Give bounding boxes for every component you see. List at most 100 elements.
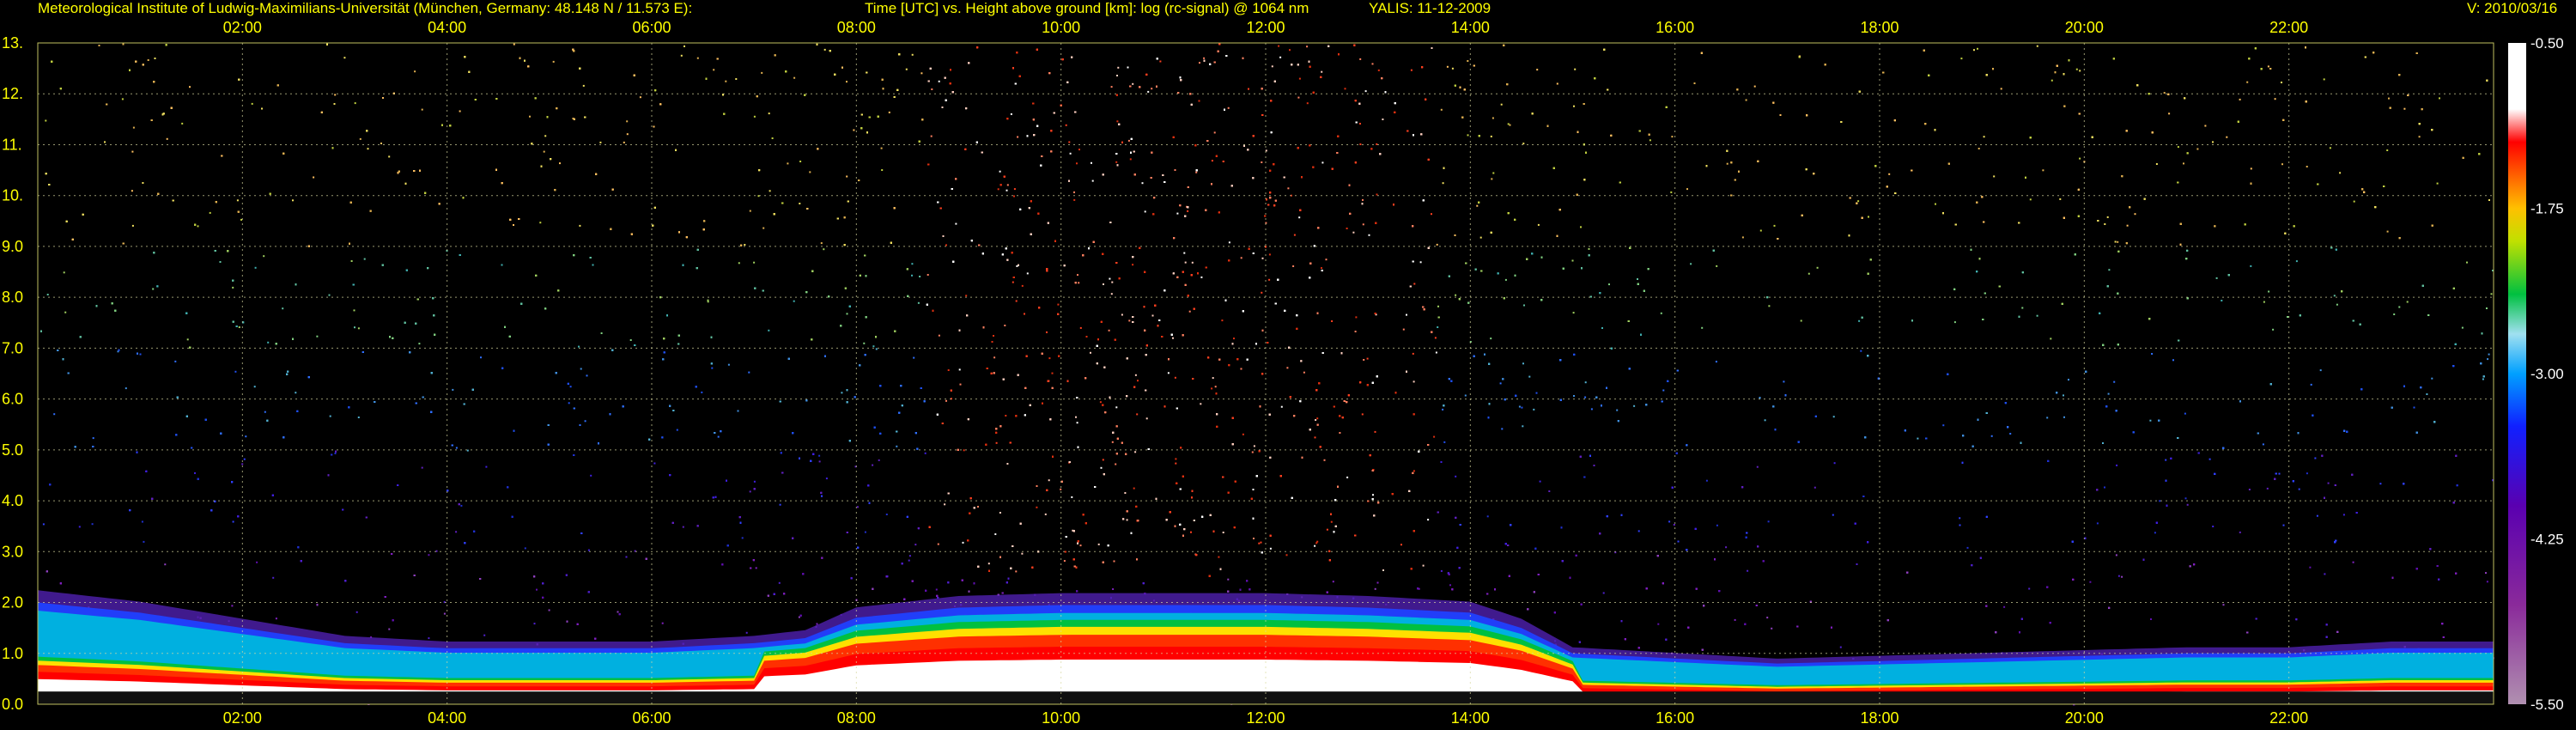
signal-dot — [947, 369, 950, 371]
signal-dot — [2113, 380, 2116, 383]
signal-dot — [2282, 524, 2285, 526]
signal-dot — [2426, 393, 2428, 395]
signal-dot — [1833, 462, 1836, 465]
signal-dot — [1121, 313, 1123, 316]
signal-dot — [1492, 172, 1495, 174]
signal-dot — [2488, 353, 2490, 356]
signal-dot — [1269, 547, 1272, 550]
signal-dot — [480, 356, 482, 359]
signal-dot — [1136, 413, 1139, 416]
signal-dot — [872, 464, 874, 466]
signal-dot — [959, 383, 962, 386]
signal-dot — [1433, 435, 1436, 438]
signal-dot — [1026, 272, 1029, 275]
signal-dot — [1110, 293, 1113, 295]
signal-dot — [1539, 480, 1541, 483]
signal-dot — [329, 415, 331, 417]
signal-dot — [1330, 520, 1333, 523]
signal-dot — [2063, 416, 2065, 418]
signal-dot — [2316, 514, 2318, 517]
signal-dot — [1657, 623, 1660, 625]
signal-dot — [1352, 231, 1355, 234]
signal-dot — [164, 563, 167, 566]
signal-dot — [1068, 141, 1071, 143]
signal-dot — [1464, 394, 1467, 397]
signal-dot — [2134, 213, 2136, 216]
signal-dot — [1435, 351, 1437, 354]
signal-dot — [579, 224, 581, 227]
signal-dot — [421, 108, 423, 111]
signal-dot — [334, 94, 337, 96]
signal-dot — [1442, 408, 1444, 411]
signal-dot — [1321, 70, 1323, 73]
signal-dot — [846, 81, 848, 83]
signal-dot — [2306, 166, 2308, 167]
signal-dot — [1076, 162, 1078, 165]
signal-dot — [1151, 314, 1154, 317]
signal-dot — [1015, 300, 1018, 302]
signal-dot — [590, 474, 592, 477]
signal-dot — [559, 162, 561, 165]
signal-dot — [1382, 119, 1384, 120]
signal-dot — [653, 125, 655, 128]
signal-dot — [823, 48, 826, 51]
signal-dot — [1271, 65, 1273, 68]
signal-dot — [965, 295, 968, 297]
signal-dot — [2418, 136, 2421, 138]
signal-dot — [569, 386, 572, 388]
signal-dot — [888, 111, 890, 113]
signal-dot — [2079, 70, 2081, 72]
signal-dot — [1346, 228, 1348, 229]
signal-dot — [2075, 68, 2078, 70]
signal-dot — [485, 465, 488, 468]
signal-dot — [875, 348, 878, 350]
signal-dot — [2126, 224, 2129, 227]
signal-dot — [1292, 265, 1295, 267]
signal-dot — [1601, 327, 1603, 329]
signal-dot — [2482, 378, 2484, 380]
signal-dot — [1010, 113, 1012, 115]
signal-dot — [1242, 433, 1244, 435]
signal-dot — [1857, 200, 1860, 203]
signal-dot — [1013, 188, 1016, 191]
signal-dot — [1134, 374, 1137, 376]
signal-dot — [1005, 189, 1008, 192]
signal-dot — [1716, 265, 1718, 267]
signal-dot — [1942, 424, 1945, 427]
signal-dot — [2339, 172, 2342, 174]
signal-dot — [2239, 531, 2241, 533]
signal-dot — [1734, 618, 1736, 621]
signal-dot — [1021, 284, 1024, 287]
signal-dot — [1377, 69, 1380, 71]
signal-dot — [793, 300, 795, 302]
signal-dot — [999, 170, 1001, 173]
signal-dot — [945, 244, 947, 246]
signal-dot — [1261, 257, 1264, 259]
signal-dot — [1973, 49, 1975, 52]
signal-dot — [1044, 513, 1047, 515]
signal-dot — [1573, 105, 1575, 107]
signal-dot — [253, 386, 256, 388]
signal-dot — [1437, 305, 1439, 307]
signal-dot — [1289, 49, 1291, 52]
signal-dot — [466, 449, 469, 452]
signal-dot — [2406, 301, 2409, 303]
signal-dot — [1492, 117, 1494, 119]
signal-dot — [818, 454, 821, 457]
signal-dot — [2029, 198, 2032, 201]
signal-dot — [1046, 331, 1048, 333]
signal-dot — [1580, 226, 1582, 228]
signal-dot — [2184, 497, 2187, 500]
signal-dot — [1021, 552, 1024, 555]
signal-dot — [354, 326, 355, 329]
signal-dot — [881, 169, 884, 171]
signal-dot — [1228, 241, 1230, 244]
signal-dot — [2009, 433, 2012, 435]
signal-dot — [1413, 380, 1415, 383]
signal-dot — [1078, 282, 1080, 284]
signal-dot — [1286, 367, 1289, 369]
signal-dot — [1012, 281, 1014, 283]
signal-dot — [2068, 379, 2069, 381]
signal-dot — [2386, 149, 2389, 151]
signal-dot — [181, 122, 184, 125]
